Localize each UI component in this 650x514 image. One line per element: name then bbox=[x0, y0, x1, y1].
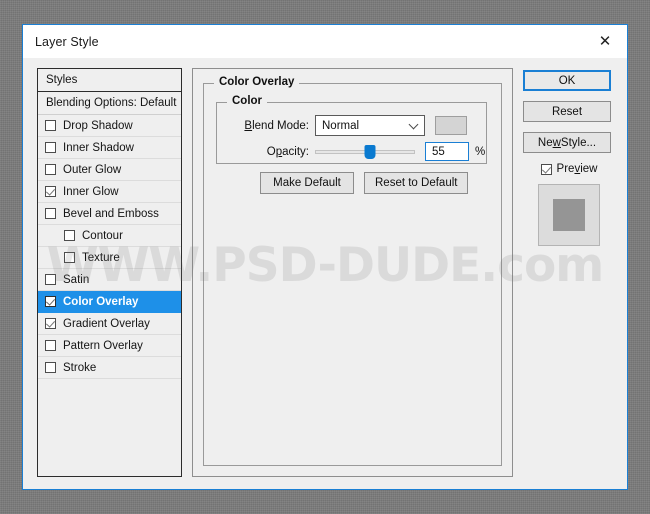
checkbox-icon[interactable] bbox=[64, 230, 75, 241]
checkbox-icon[interactable] bbox=[45, 296, 56, 307]
effect-row-texture[interactable]: Texture bbox=[38, 247, 181, 269]
opacity-label: Opacity: bbox=[266, 145, 309, 158]
blend-mode-row: Blend Mode: Normal bbox=[231, 115, 467, 136]
effect-row-inner-shadow[interactable]: Inner Shadow bbox=[38, 137, 181, 159]
blending-options-row[interactable]: Blending Options: Default bbox=[38, 92, 181, 115]
panel-button-row: Make Default Reset to Default bbox=[260, 172, 469, 194]
effect-label: Contour bbox=[82, 229, 123, 242]
effect-label: Pattern Overlay bbox=[63, 339, 143, 352]
effect-row-pattern-overlay[interactable]: Pattern Overlay bbox=[38, 335, 181, 357]
effect-label: Stroke bbox=[63, 361, 97, 374]
effect-label: Inner Shadow bbox=[63, 141, 134, 154]
dialog-title: Layer Style bbox=[35, 34, 99, 49]
reset-button[interactable]: Reset bbox=[523, 101, 611, 122]
blend-mode-value: Normal bbox=[322, 119, 360, 132]
checkbox-icon[interactable] bbox=[45, 318, 56, 329]
effect-row-color-overlay[interactable]: Color Overlay bbox=[38, 291, 181, 313]
effects-list: Drop Shadow Inner Shadow Outer Glow Inner G… bbox=[38, 115, 181, 379]
ok-button[interactable]: OK bbox=[523, 70, 611, 91]
checkbox-icon[interactable] bbox=[45, 340, 56, 351]
new-style-button[interactable]: Ne w Style... bbox=[523, 132, 611, 153]
reset-to-default-button[interactable]: Reset to Default bbox=[364, 172, 469, 194]
checkbox-icon[interactable] bbox=[45, 274, 56, 285]
preview-checkbox[interactable]: Preview bbox=[523, 163, 615, 175]
checkbox-icon[interactable] bbox=[64, 252, 75, 263]
styles-list: Styles Blending Options: Default Drop Sh… bbox=[37, 68, 182, 477]
effect-row-satin[interactable]: Satin bbox=[38, 269, 181, 291]
blend-mode-select[interactable]: Normal bbox=[315, 115, 425, 136]
effect-label: Outer Glow bbox=[63, 163, 122, 176]
color-overlay-panel: Color Overlay Color Blend Mode: Normal O… bbox=[192, 68, 513, 477]
effect-row-inner-glow[interactable]: Inner Glow bbox=[38, 181, 181, 203]
checkbox-icon[interactable] bbox=[45, 186, 56, 197]
effect-row-contour[interactable]: Contour bbox=[38, 225, 181, 247]
checkbox-icon[interactable] bbox=[45, 164, 56, 175]
close-icon[interactable]: ✕ bbox=[583, 25, 627, 58]
color-overlay-group-label: Color Overlay bbox=[214, 76, 300, 88]
blend-mode-label: Blend Mode: bbox=[244, 119, 309, 132]
color-group: Color Blend Mode: Normal Opacity: 55 % bbox=[216, 95, 487, 164]
checkbox-icon[interactable] bbox=[45, 208, 56, 219]
effect-row-outer-glow[interactable]: Outer Glow bbox=[38, 159, 181, 181]
checkbox-icon[interactable] bbox=[45, 142, 56, 153]
checkbox-icon[interactable] bbox=[45, 362, 56, 373]
preview-thumbnail bbox=[538, 184, 600, 246]
opacity-slider-thumb[interactable] bbox=[364, 144, 376, 159]
effect-label: Satin bbox=[63, 273, 90, 286]
dialog-body: Styles Blending Options: Default Drop Sh… bbox=[23, 58, 627, 489]
effect-row-gradient-overlay[interactable]: Gradient Overlay bbox=[38, 313, 181, 335]
opacity-unit: % bbox=[475, 145, 486, 158]
checkbox-icon[interactable] bbox=[45, 120, 56, 131]
preview-label: Preview bbox=[556, 163, 598, 175]
make-default-button[interactable]: Make Default bbox=[260, 172, 354, 194]
effect-label: Texture bbox=[82, 251, 120, 264]
layer-style-dialog: Layer Style ✕ Styles Blending Options: D… bbox=[22, 24, 628, 490]
opacity-slider[interactable] bbox=[315, 143, 415, 161]
dialog-titlebar: Layer Style ✕ bbox=[23, 25, 627, 58]
effect-row-drop-shadow[interactable]: Drop Shadow bbox=[38, 115, 181, 137]
preview-thumbnail-shape bbox=[553, 199, 585, 231]
color-overlay-group: Color Overlay Color Blend Mode: Normal O… bbox=[203, 76, 502, 466]
opacity-row: Opacity: 55 % bbox=[231, 142, 485, 161]
styles-list-filler bbox=[38, 379, 181, 476]
opacity-input[interactable]: 55 bbox=[425, 142, 469, 161]
chevron-down-icon bbox=[408, 119, 419, 129]
opacity-value: 55 bbox=[432, 145, 445, 158]
effect-label: Gradient Overlay bbox=[63, 317, 150, 330]
effect-label: Color Overlay bbox=[63, 295, 139, 308]
effect-row-stroke[interactable]: Stroke bbox=[38, 357, 181, 379]
action-button-column: OK Reset Ne w Style... Preview bbox=[523, 68, 615, 477]
effect-label: Bevel and Emboss bbox=[63, 207, 159, 220]
styles-list-header[interactable]: Styles bbox=[38, 69, 181, 92]
effect-label: Drop Shadow bbox=[63, 119, 133, 132]
checkbox-icon bbox=[540, 163, 552, 175]
effect-row-bevel-and-emboss[interactable]: Bevel and Emboss bbox=[38, 203, 181, 225]
effect-label: Inner Glow bbox=[63, 185, 119, 198]
overlay-color-swatch[interactable] bbox=[435, 116, 467, 135]
color-group-label: Color bbox=[227, 95, 268, 107]
